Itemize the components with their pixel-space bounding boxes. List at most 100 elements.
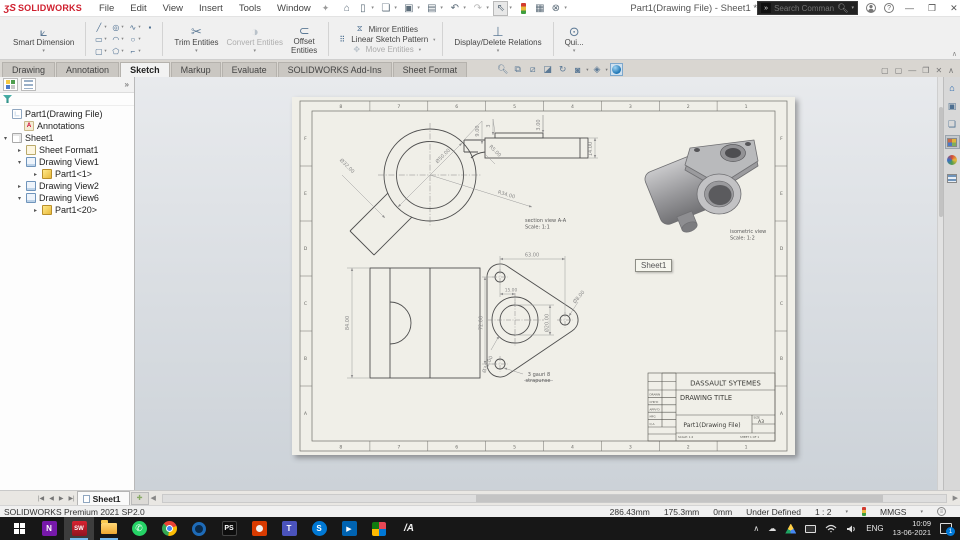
display-manager-tab[interactable] — [21, 78, 36, 91]
doc-minimize-icon[interactable]: — — [908, 66, 916, 75]
taskpane-home-icon[interactable]: ⌂ — [945, 81, 960, 95]
polygon-icon[interactable]: ⬠ — [110, 47, 121, 56]
previous-view-icon[interactable]: ⧄ — [526, 63, 539, 76]
help-icon[interactable]: ? — [884, 3, 895, 13]
ribbon-collapse-icon[interactable]: ∧ — [952, 50, 957, 58]
line-icon[interactable]: ╱ — [93, 23, 104, 32]
undo-caret-icon[interactable]: ▾ — [463, 5, 469, 11]
dim-63[interactable]: 63.00 — [525, 253, 539, 259]
close-button[interactable]: ✕ — [947, 3, 960, 14]
sheet-scale[interactable]: 1 : 2 — [815, 507, 832, 517]
onedrive-cloud-icon[interactable]: ☁ — [768, 524, 776, 533]
restore-button[interactable]: ❐ — [925, 3, 939, 14]
undo-icon[interactable]: ↶ — [447, 1, 462, 16]
display-style-icon[interactable]: ◈ — [590, 63, 603, 76]
unit-system[interactable]: MMGS — [880, 507, 906, 517]
tab-annotation[interactable]: Annotation — [56, 62, 120, 77]
search-commands-box[interactable]: » 🔍︎ ▾ — [757, 1, 859, 15]
open-document-icon[interactable]: ❏ — [378, 1, 393, 16]
photoshop-taskbar-icon[interactable]: PS — [214, 517, 244, 540]
tree-item-annotations[interactable]: A Annotations — [0, 120, 134, 132]
tree-item-sheet1[interactable]: ▾ Sheet1 — [0, 132, 134, 144]
appearances-icon[interactable] — [945, 153, 960, 167]
units-caret-icon[interactable]: ▾ — [920, 509, 923, 515]
doc-tab-right-icon[interactable]: ▢ — [895, 66, 903, 75]
hscroll-left-icon[interactable]: ◀ — [149, 494, 158, 502]
taskbar-clock[interactable]: 10:09 13-06-2021 — [893, 519, 931, 537]
options-caret-icon[interactable]: ▾ — [564, 5, 570, 11]
print-caret-icon[interactable]: ▾ — [440, 5, 446, 11]
next-sheet-icon[interactable]: ▶ — [57, 494, 66, 503]
save-caret-icon[interactable]: ▾ — [417, 5, 423, 11]
smart-dimension-button[interactable]: ⟀ Smart Dimension ▾ — [9, 23, 78, 55]
tab-drawing[interactable]: Drawing — [2, 62, 56, 77]
menu-file[interactable]: File — [92, 2, 121, 15]
menu-tools[interactable]: Tools — [232, 2, 268, 15]
dim-dia20[interactable]: Ø20.00 — [544, 314, 551, 332]
select-caret-icon[interactable]: ▾ — [509, 5, 515, 11]
dim-r5[interactable]: R5.00 — [487, 144, 502, 159]
wifi-icon[interactable] — [825, 524, 837, 534]
dim-dia32[interactable]: Ø32.00 — [338, 157, 356, 175]
tab-markup[interactable]: Markup — [170, 62, 221, 77]
expand-arrow-icon[interactable]: ▸ — [32, 171, 39, 178]
sheet1-tab[interactable]: Sheet1 — [76, 491, 130, 505]
dim-dia8[interactable]: Ø8.00 — [571, 289, 586, 305]
user-account-icon[interactable] — [866, 3, 877, 13]
movies-tv-taskbar-icon[interactable]: ▶ — [334, 517, 364, 540]
isometric-view[interactable]: isometric view Scale: 1:2 — [643, 139, 767, 242]
graphics-area[interactable]: 8 7 6 5 4 3 2 1 8 7 6 5 4 3 2 1 F E D C B A F E D C B… — [135, 77, 937, 490]
file-explorer-taskbar-icon[interactable] — [94, 517, 124, 540]
pattern-caret-icon[interactable]: ▾ — [433, 37, 435, 43]
horizontal-scroll-thumb[interactable] — [475, 494, 883, 502]
dim-84[interactable]: 84.00 — [345, 316, 351, 330]
print-icon[interactable]: ▤ — [424, 1, 439, 16]
scale-caret-icon[interactable]: ▾ — [846, 509, 849, 515]
tree-item-drawing-view2[interactable]: ▸ Drawing View2 — [0, 180, 134, 192]
dim-14[interactable]: 14.00 — [588, 142, 594, 156]
arc-icon[interactable]: ◠ — [110, 35, 121, 44]
display-delete-relations-button[interactable]: ⊥ Display/Delete Relations ▾ — [450, 23, 545, 55]
vertical-scroll-thumb[interactable] — [939, 107, 943, 217]
expand-arrow-icon[interactable]: ▸ — [16, 183, 23, 190]
featuremanager-tree-tab[interactable] — [3, 78, 18, 91]
quick-snaps-caret-icon[interactable]: ▾ — [573, 48, 576, 54]
new-document-icon[interactable]: ▯ — [355, 1, 370, 16]
ellipse-icon[interactable]: ○ — [127, 35, 138, 44]
tree-item-drawing-view1[interactable]: ▾ Drawing View1 — [0, 156, 134, 168]
smart-dimension-caret-icon[interactable]: ▾ — [42, 48, 45, 54]
fillet-icon[interactable]: ⌐ — [127, 47, 138, 56]
file-explorer-icon[interactable]: ❏ — [945, 117, 960, 131]
office-taskbar-icon[interactable] — [244, 517, 274, 540]
options-icon[interactable]: ⊗ — [548, 1, 563, 16]
hidden-icons-chevron[interactable]: ∧ — [753, 524, 759, 533]
menu-pin-icon[interactable]: ✦ — [322, 3, 330, 14]
trim-entities-button[interactable]: ✂ Trim Entities ▾ — [170, 23, 222, 55]
chrome-taskbar-icon[interactable] — [154, 517, 184, 540]
menu-window[interactable]: Window — [270, 2, 318, 15]
search-caret-icon[interactable]: ▾ — [852, 5, 855, 11]
slot-icon[interactable]: ▢ — [93, 47, 104, 56]
offset-entities-button[interactable]: ⊂ Offset Entities — [287, 22, 321, 56]
device-icon[interactable] — [805, 524, 817, 533]
search-icon[interactable]: 🔍︎ — [837, 3, 848, 14]
zoom-area-icon[interactable]: ⧉ — [511, 63, 524, 76]
solidworks-taskbar-icon[interactable]: SW — [64, 517, 94, 540]
view-palette-icon[interactable] — [944, 135, 960, 149]
doc-restore-icon[interactable]: ❐ — [922, 66, 929, 75]
tab-sketch[interactable]: Sketch — [120, 62, 170, 77]
custom-properties-icon[interactable] — [945, 171, 960, 185]
tab-sheet-format[interactable]: Sheet Format — [392, 62, 468, 77]
sheet-properties-icon[interactable]: ▦ — [532, 1, 547, 16]
notification-center-icon[interactable]: 1 — [940, 523, 955, 536]
menu-view[interactable]: View — [156, 2, 190, 15]
mirror-entities-button[interactable]: ⧖ Mirror Entities — [354, 24, 418, 34]
collapse-arrow-icon[interactable]: ▾ — [16, 159, 23, 166]
prev-sheet-icon[interactable]: ◀ — [47, 494, 56, 503]
add-sheet-button[interactable]: ✚ — [130, 491, 149, 505]
dim-3[interactable]: 3 — [486, 124, 492, 127]
whatsapp-taskbar-icon[interactable]: ✆ — [124, 517, 154, 540]
rectangle-icon[interactable]: ▭ — [93, 35, 104, 44]
select-tool-icon[interactable]: ⇖ — [493, 0, 509, 16]
relations-caret-icon[interactable]: ▾ — [497, 48, 500, 54]
